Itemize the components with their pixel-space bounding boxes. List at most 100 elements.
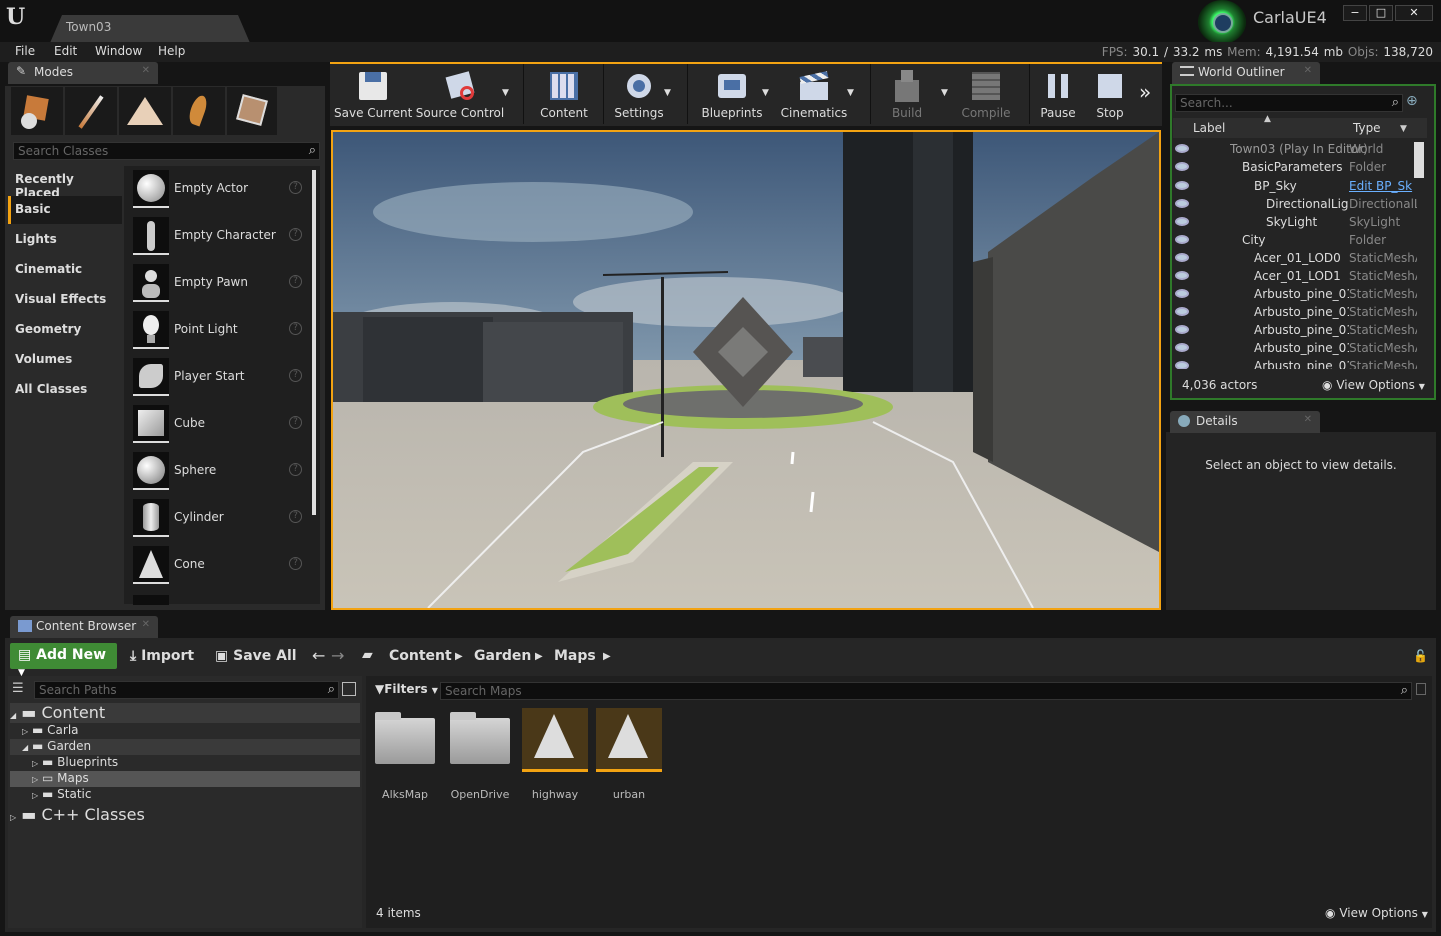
help-icon[interactable]: ? [289, 463, 302, 476]
class-player-start[interactable]: Player Start? [131, 356, 307, 400]
lock-icon[interactable]: 🔓 [1413, 649, 1428, 663]
help-icon[interactable]: ? [289, 228, 302, 241]
help-icon[interactable]: ? [289, 416, 302, 429]
paint-mode-icon[interactable] [65, 87, 117, 135]
cinematics-dropdown-icon[interactable]: ▼ [847, 88, 854, 98]
outliner-row[interactable]: Arbusto_pine_01_StaticMeshA [1172, 303, 1426, 321]
help-icon[interactable]: ? [289, 275, 302, 288]
collections-icon[interactable] [342, 682, 356, 696]
outliner-row[interactable]: Acer_01_LOD1 StaticMeshA [1172, 267, 1426, 285]
breadcrumb-maps[interactable]: Maps [554, 648, 596, 664]
visibility-eye-icon[interactable] [1175, 271, 1189, 280]
tree-item-garden[interactable]: ◢ ▬ Garden [10, 739, 360, 755]
asset-folder-alksmap[interactable]: AlksMap [374, 708, 436, 808]
place-mode-icon[interactable] [11, 87, 63, 135]
class-cone[interactable]: Cone? [131, 544, 307, 588]
tree-item-carla[interactable]: ▷ ▬ Carla [10, 723, 360, 739]
category-cinematic[interactable]: Cinematic [8, 256, 122, 284]
search-paths-input[interactable]: Search Paths ⌕ [34, 681, 339, 699]
outliner-row[interactable]: SkyLight SkyLight [1172, 213, 1426, 231]
stop-button[interactable]: Stop [1086, 64, 1134, 124]
category-all-classes[interactable]: All Classes [8, 376, 122, 404]
source-control-dropdown-icon[interactable]: ▼ [502, 88, 509, 98]
folder-open-icon[interactable]: ▰ [362, 647, 373, 663]
visibility-eye-icon[interactable] [1175, 144, 1189, 153]
details-tab[interactable]: Details ✕ [1170, 411, 1320, 433]
maximize-button[interactable]: □ [1369, 5, 1393, 21]
outliner-row[interactable]: BasicParameters Folder [1172, 158, 1426, 176]
content-button[interactable]: Content [528, 64, 600, 124]
column-label[interactable]: Label [1193, 121, 1225, 135]
settings-dropdown-icon[interactable]: ▼ [664, 88, 671, 98]
forward-arrow-icon[interactable]: → [331, 646, 344, 665]
outliner-row[interactable]: Acer_01_LOD0 StaticMeshA [1172, 249, 1426, 267]
modes-tab[interactable]: ✎ Modes ✕ [8, 62, 158, 84]
close-button[interactable]: ✕ [1395, 5, 1433, 21]
category-visual-effects[interactable]: Visual Effects [8, 286, 122, 314]
category-lights[interactable]: Lights [8, 226, 122, 254]
class-list-scrollbar[interactable] [312, 170, 316, 515]
class-empty-pawn[interactable]: Empty Pawn? [131, 262, 307, 306]
help-icon[interactable]: ? [289, 322, 302, 335]
import-button[interactable]: ⤓ Import [130, 648, 194, 664]
type-dropdown-icon[interactable]: ▼ [1400, 124, 1407, 134]
world-outliner-tab[interactable]: World Outliner ✕ [1172, 62, 1320, 84]
asset-folder-opendrive[interactable]: OpenDrive [449, 708, 511, 808]
unreal-logo-icon[interactable]: U [6, 4, 25, 30]
visibility-eye-icon[interactable] [1175, 253, 1189, 262]
save-search-icon[interactable] [1416, 683, 1426, 695]
category-recently-placed[interactable]: Recently Placed [8, 166, 122, 200]
source-control-button[interactable]: Source Control [414, 64, 506, 124]
landscape-mode-icon[interactable] [119, 87, 171, 135]
edit-blueprint-link[interactable]: Edit BP_Sk [1349, 179, 1417, 193]
help-icon[interactable]: ? [289, 557, 302, 570]
content-view-options[interactable]: ◉ View Options ▼ [1325, 906, 1428, 920]
outliner-row[interactable]: Arbusto_pine_01_StaticMeshA [1172, 321, 1426, 339]
class-sphere[interactable]: Sphere? [131, 450, 307, 494]
tree-item-content[interactable]: ◢ ▬ Content [10, 703, 360, 723]
help-icon[interactable]: ? [289, 510, 302, 523]
outliner-row[interactable]: Arbusto_pine_01_StaticMeshA [1172, 339, 1426, 357]
menu-file[interactable]: File [15, 44, 35, 58]
world-outliner-close-icon[interactable]: ✕ [1304, 65, 1312, 76]
outliner-row[interactable]: DirectionalLightDirectionalL [1172, 195, 1426, 213]
breadcrumb-garden[interactable]: Garden [474, 648, 531, 664]
back-arrow-icon[interactable]: ← [312, 646, 325, 665]
tree-item-maps[interactable]: ▷ ▭ Maps [10, 771, 360, 787]
breadcrumb-arrow-icon[interactable]: ▶ [535, 651, 543, 662]
visibility-eye-icon[interactable] [1175, 217, 1189, 226]
class-cylinder[interactable]: Cylinder? [131, 497, 307, 541]
breadcrumb-arrow-icon[interactable]: ▶ [603, 651, 611, 662]
settings-button[interactable]: Settings [606, 64, 672, 124]
pause-button[interactable]: Pause [1034, 64, 1082, 124]
outliner-search-input[interactable]: Search... ⌕ [1175, 94, 1403, 112]
visibility-eye-icon[interactable] [1175, 199, 1189, 208]
add-actor-icon[interactable]: ⊕ [1406, 93, 1418, 109]
add-new-button[interactable]: ▤ Add New ▼ [10, 643, 117, 678]
filters-button[interactable]: ▼Filters ▼ [375, 682, 438, 696]
visibility-eye-icon[interactable] [1175, 307, 1189, 316]
outliner-view-options[interactable]: ◉ View Options ▼ [1322, 378, 1425, 392]
outliner-row[interactable]: Town03 (Play In Editor) World [1172, 140, 1426, 158]
build-dropdown-icon[interactable]: ▼ [941, 88, 948, 98]
menu-window[interactable]: Window [95, 44, 142, 58]
compile-button[interactable]: Compile [956, 64, 1016, 124]
menu-edit[interactable]: Edit [54, 44, 77, 58]
build-button[interactable]: Build [874, 64, 940, 124]
minimize-button[interactable]: − [1343, 5, 1367, 21]
cinematics-button[interactable]: Cinematics [778, 64, 850, 124]
toolbar-overflow-icon[interactable]: » [1139, 80, 1151, 104]
visibility-eye-icon[interactable] [1175, 325, 1189, 334]
outliner-row[interactable]: City Folder [1172, 231, 1426, 249]
class-empty-actor[interactable]: Empty Actor? [131, 168, 307, 212]
outliner-row[interactable]: Arbusto_pine_01_StaticMeshA [1172, 285, 1426, 303]
search-classes-input[interactable]: Search Classes ⌕ [13, 142, 320, 160]
category-geometry[interactable]: Geometry [8, 316, 122, 344]
outliner-row[interactable]: Arbusto_pine_01_StaticMeshA [1172, 357, 1426, 369]
menu-help[interactable]: Help [158, 44, 185, 58]
tree-toggle-icon[interactable]: ☰ [12, 681, 24, 696]
help-icon[interactable]: ? [289, 181, 302, 194]
visibility-eye-icon[interactable] [1175, 181, 1189, 190]
modes-close-icon[interactable]: ✕ [142, 65, 150, 76]
visibility-eye-icon[interactable] [1175, 361, 1189, 369]
